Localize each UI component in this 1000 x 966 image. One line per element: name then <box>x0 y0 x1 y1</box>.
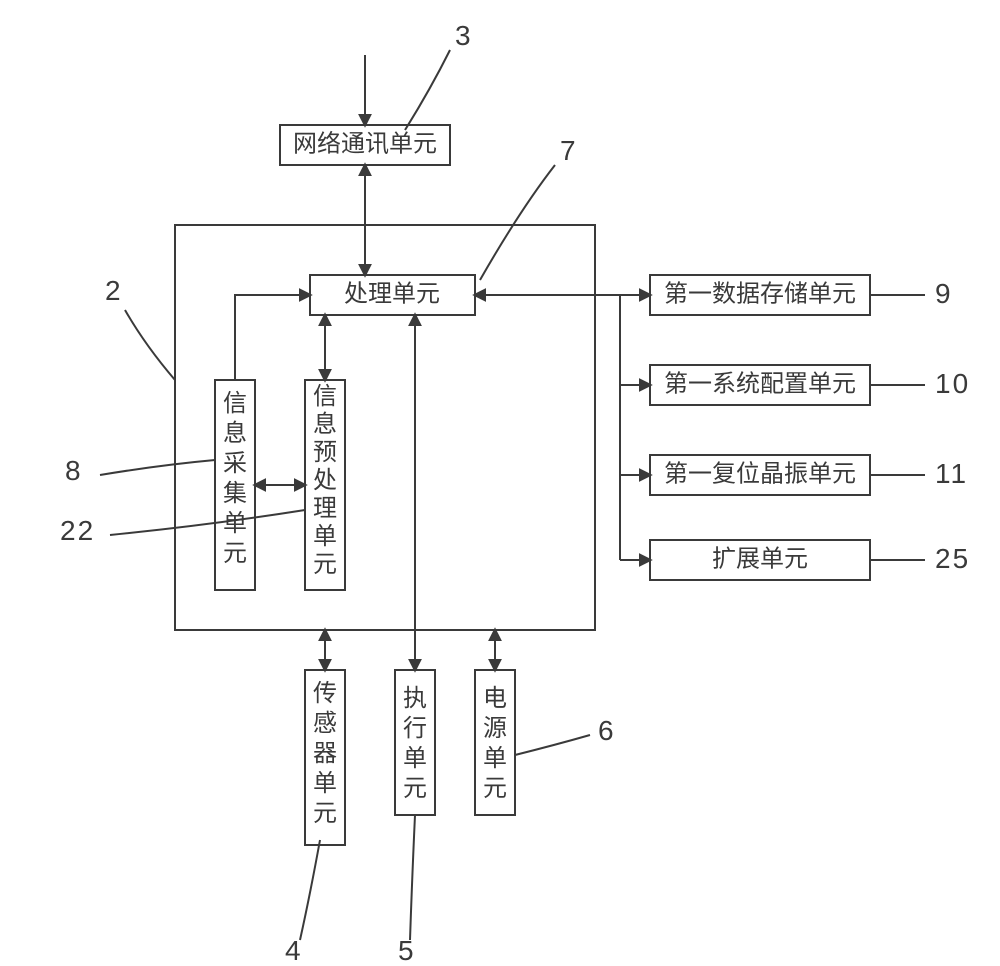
ref-11: 11 <box>870 458 968 489</box>
reset-label: 第一复位晶振单元 <box>664 461 856 488</box>
processing-unit: 处理单元 <box>310 275 475 315</box>
first-sys-config-unit: 第一系统配置单元 <box>650 365 870 405</box>
ref-25: 25 <box>870 543 970 574</box>
first-data-storage-unit: 第一数据存储单元 <box>650 275 870 315</box>
power-unit: 电源单元 <box>475 670 515 815</box>
network-label: 网络通讯单元 <box>293 131 437 158</box>
preproc-label: 信息预处理单元 <box>313 383 337 578</box>
ref-9: 9 <box>870 278 953 309</box>
svg-text:5: 5 <box>398 935 416 966</box>
ref-4: 4 <box>285 840 320 966</box>
svg-text:8: 8 <box>65 455 83 486</box>
svg-text:10: 10 <box>935 368 970 399</box>
storage-label: 第一数据存储单元 <box>664 281 856 308</box>
first-reset-osc-unit: 第一复位晶振单元 <box>650 455 870 495</box>
svg-text:4: 4 <box>285 935 303 966</box>
svg-text:9: 9 <box>935 278 953 309</box>
svg-text:2: 2 <box>105 275 123 306</box>
svg-text:6: 6 <box>598 715 616 746</box>
ref-3: 3 <box>405 20 473 130</box>
ref-6: 6 <box>515 715 616 755</box>
svg-text:22: 22 <box>60 515 95 546</box>
info-preprocessing-unit: 信息预处理单元 <box>305 380 345 590</box>
sensor-unit: 传感器单元 <box>305 670 345 845</box>
ref-8: 8 <box>65 455 215 486</box>
svg-text:3: 3 <box>455 20 473 51</box>
sensor-label: 传感器单元 <box>313 680 337 827</box>
extension-unit: 扩展单元 <box>650 540 870 580</box>
info-acquisition-unit: 信息采集单元 <box>215 380 255 590</box>
network-comm-unit: 网络通讯单元 <box>280 125 450 165</box>
sysconf-label: 第一系统配置单元 <box>664 371 856 398</box>
ext-label: 扩展单元 <box>712 546 808 573</box>
svg-text:7: 7 <box>560 135 578 166</box>
ref-5: 5 <box>398 815 416 966</box>
ref-22: 22 <box>60 510 305 546</box>
ref-2: 2 <box>105 275 175 380</box>
svg-text:11: 11 <box>935 458 968 489</box>
acquire-to-processing-arrow <box>235 295 310 380</box>
svg-text:25: 25 <box>935 543 970 574</box>
ref-10: 10 <box>870 368 970 399</box>
exec-unit: 执行单元 <box>395 670 435 815</box>
processing-label: 处理单元 <box>344 281 440 308</box>
ref-7: 7 <box>480 135 578 280</box>
